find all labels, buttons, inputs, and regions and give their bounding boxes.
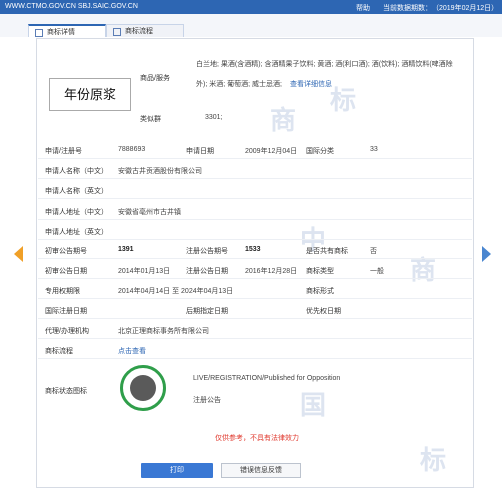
watermark: 标	[330, 86, 357, 116]
reg-date-label: 注册公告日期	[186, 268, 228, 275]
help-link[interactable]: 帮助	[356, 3, 370, 13]
next-arrow-icon[interactable]	[482, 246, 491, 262]
tab-trademark-detail[interactable]: 商标详情	[28, 24, 106, 37]
tab-label: 商标流程	[125, 28, 153, 35]
goods-line-1: 白兰地; 果酒(含酒精); 含酒精果子饮料; 黄酒; 酒(利口酒); 酒(饮料)…	[196, 61, 453, 68]
applicant-cn-label: 申请人名称（中文）	[45, 168, 108, 175]
reg-date: 2016年12月28日	[245, 268, 298, 275]
divider	[38, 258, 472, 259]
app-no-label: 申请/注册号	[45, 148, 82, 155]
divider	[38, 178, 472, 179]
tm-type: 一般	[370, 268, 384, 275]
data-date-value: （2019年02月12日）	[432, 5, 499, 12]
late-designation-label: 后期指定日期	[186, 308, 228, 315]
registration-status-icon	[120, 365, 166, 411]
tm-type-label: 商标类型	[306, 268, 334, 275]
similar-group-value: 3301;	[205, 114, 223, 121]
watermark: 标	[420, 446, 447, 476]
goods-line-2: 外); 米酒; 葡萄酒; 威士忌酒;	[196, 81, 282, 88]
prelim-no-label: 初审公告期号	[45, 248, 87, 255]
intl-reg-label: 国际注册日期	[45, 308, 87, 315]
feedback-button[interactable]: 错误信息反馈	[221, 463, 301, 478]
divider	[38, 198, 472, 199]
shared-label: 是否共有商标	[306, 248, 348, 255]
applicant-en-label: 申请人名称（英文）	[45, 188, 108, 195]
divider	[38, 338, 472, 339]
prelim-date: 2014年01月13日	[118, 268, 171, 275]
similar-group-label: 类似群	[140, 116, 161, 123]
tab-trademark-process[interactable]: 商标流程	[106, 24, 184, 37]
divider	[38, 278, 472, 279]
divider	[38, 219, 472, 220]
watermark: 国	[300, 391, 327, 421]
shared: 否	[370, 248, 377, 255]
divider	[38, 298, 472, 299]
address-cn: 安徽省亳州市古井镇	[118, 209, 181, 216]
intl-class: 33	[370, 146, 378, 153]
applicant-cn: 安徽古井贡酒股份有限公司	[118, 168, 202, 175]
top-bar: WWW.CTMO.GOV.CN SBJ.SAIC.GOV.CN 帮助 当前数据期…	[0, 0, 502, 14]
data-date-label: 当前数据期数：	[383, 5, 432, 12]
status-cn: 注册公告	[193, 397, 221, 404]
document-icon	[113, 28, 121, 36]
priority-label: 优先权日期	[306, 308, 341, 315]
agent-label: 代理/办理机构	[45, 328, 89, 335]
tab-strip: 商标详情 商标流程	[0, 14, 502, 37]
prelim-date-label: 初审公告日期	[45, 268, 87, 275]
divider	[38, 239, 472, 240]
goods-label: 商品/服务	[140, 75, 170, 82]
document-icon	[35, 29, 43, 37]
print-button[interactable]: 打印	[141, 463, 213, 478]
previous-arrow-icon[interactable]	[14, 246, 23, 262]
tm-form-label: 商标形式	[306, 288, 334, 295]
status-label: 商标状态图标	[45, 388, 87, 395]
status-text: LIVE/REGISTRATION/Published for Oppositi…	[193, 375, 341, 382]
divider	[38, 318, 472, 319]
prelim-no: 1391	[118, 246, 134, 253]
process-label: 商标流程	[45, 348, 73, 355]
divider	[38, 358, 472, 359]
exclusive: 2014年04月14日 至 2024年04月13日	[118, 288, 234, 295]
address-cn-label: 申请人地址（中文）	[45, 209, 108, 216]
process-link[interactable]: 点击查看	[118, 346, 146, 356]
app-date-label: 申请日期	[186, 148, 214, 155]
intl-class-label: 国际分类	[306, 148, 334, 155]
divider	[38, 158, 472, 159]
goods-more-link[interactable]: 查看详细信息	[290, 79, 332, 89]
watermark: 商	[270, 106, 297, 136]
app-no: 7888693	[118, 146, 146, 153]
app-date: 2009年12月04日	[245, 148, 298, 155]
address-en-label: 申请人地址（英文）	[45, 229, 108, 236]
watermark: 商	[410, 256, 437, 286]
disclaimer: 仅供参考，不具有法律效力	[215, 435, 299, 442]
agent: 北京正理商标事务所有限公司	[118, 328, 209, 335]
reg-no: 1533	[245, 246, 261, 253]
reg-no-label: 注册公告期号	[186, 248, 228, 255]
seal-icon	[130, 375, 156, 401]
tab-label: 商标详情	[47, 29, 75, 36]
trademark-image: 年份原浆	[49, 78, 131, 111]
site-url: WWW.CTMO.GOV.CN SBJ.SAIC.GOV.CN	[5, 3, 138, 10]
exclusive-label: 专用权期限	[45, 288, 80, 295]
